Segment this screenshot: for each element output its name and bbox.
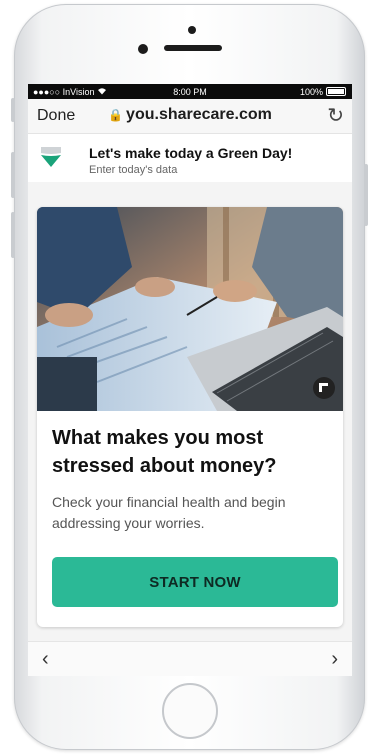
- reload-icon[interactable]: ↻: [327, 103, 344, 128]
- home-button[interactable]: [162, 683, 218, 739]
- front-camera: [138, 44, 148, 54]
- heart-shield-icon: [38, 145, 64, 176]
- screen: ●●●○○ InVision 8:00 PM 100% Done 🔒 you.sh…: [28, 84, 352, 676]
- earpiece-speaker: [164, 45, 222, 51]
- browser-navbar: Done 🔒 you.sharecare.com ↻: [28, 99, 352, 134]
- start-now-button[interactable]: START NOW: [52, 557, 338, 607]
- article-photo: [37, 207, 343, 411]
- battery-status: 100%: [300, 87, 346, 97]
- status-bar: ●●●○○ InVision 8:00 PM 100%: [28, 84, 352, 99]
- banner-subtitle: Enter today's data: [89, 164, 178, 176]
- card-title: What makes you most stressed about money…: [52, 427, 277, 477]
- lock-icon: 🔒: [108, 108, 124, 122]
- banner-title: Let's make today a Green Day!: [89, 145, 293, 161]
- proximity-sensor: [188, 26, 196, 34]
- volume-up-button: [11, 152, 15, 198]
- article-card[interactable]: What makes you most stressed about money…: [37, 207, 343, 627]
- battery-icon: [326, 87, 346, 96]
- browser-toolbar: ‹ ›: [28, 641, 352, 676]
- volume-down-button: [11, 212, 15, 258]
- chevron-right-icon[interactable]: ›: [331, 648, 338, 671]
- card-description: Check your financial health and begin ad…: [52, 494, 286, 531]
- chevron-left-icon[interactable]: ‹: [42, 648, 49, 671]
- mute-switch: [11, 98, 15, 122]
- url-text: you.sharecare.com: [126, 106, 272, 123]
- battery-label: 100%: [299, 86, 323, 97]
- url-bar[interactable]: 🔒 you.sharecare.com: [28, 106, 352, 124]
- green-day-banner[interactable]: Let's make today a Green Day! Enter toda…: [28, 134, 352, 182]
- power-button: [364, 164, 368, 226]
